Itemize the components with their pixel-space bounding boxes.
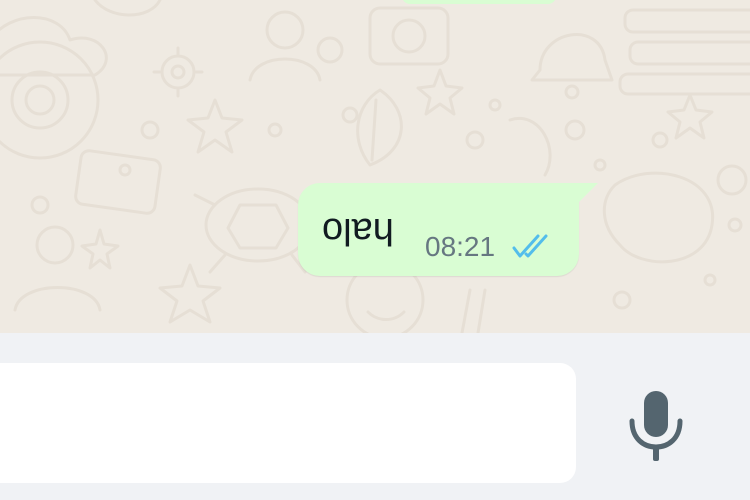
chat-wallpaper-doodles: [0, 0, 750, 333]
message-composer: [0, 333, 750, 500]
message-input[interactable]: [0, 363, 576, 483]
chat-message-area[interactable]: halo 08:21: [0, 0, 750, 333]
previous-message-bubble: [402, 0, 556, 4]
message-bubble-tail: [576, 183, 598, 205]
message-timestamp: 08:21: [425, 231, 496, 262]
double-check-read-icon: [512, 234, 548, 258]
voice-message-button[interactable]: [620, 385, 692, 465]
microphone-icon: [629, 391, 683, 461]
message-text: halo: [322, 210, 394, 252]
whatsapp-chat-screen: halo 08:21: [0, 0, 750, 500]
